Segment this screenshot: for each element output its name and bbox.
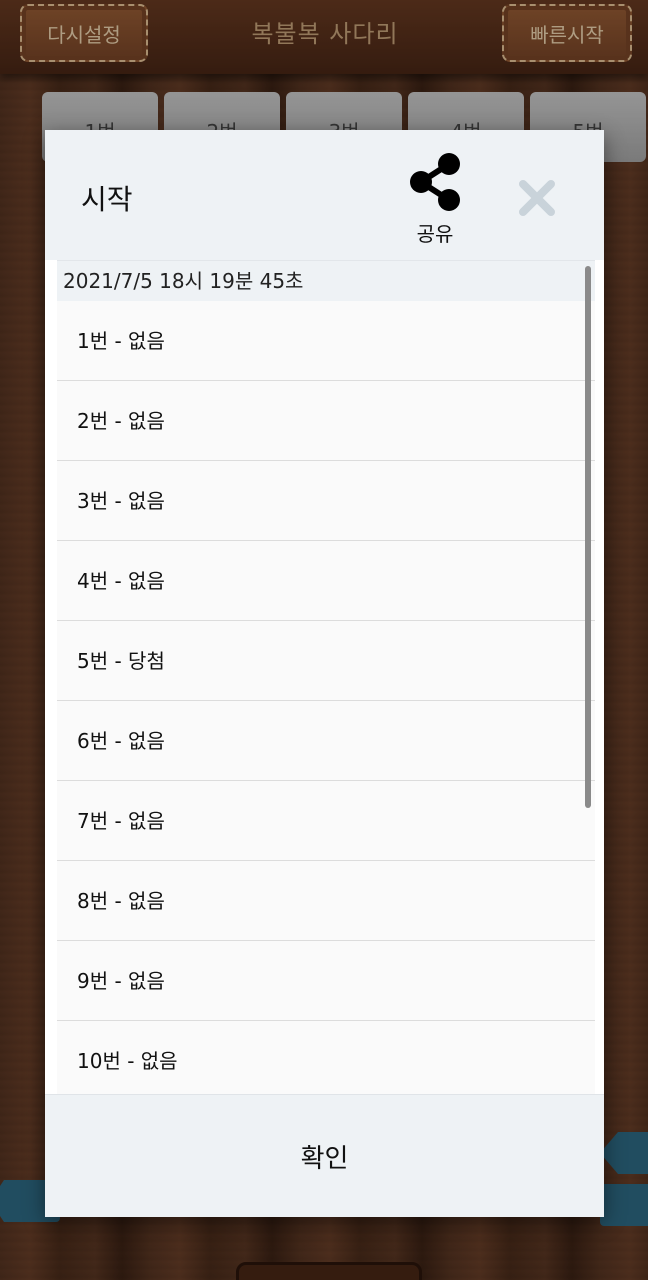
close-button[interactable]	[517, 178, 557, 218]
dialog-header: 시작 공유	[45, 130, 604, 260]
share-button[interactable]: 공유	[405, 152, 465, 246]
result-item-6: 6번 - 없음	[57, 701, 595, 781]
result-item-7: 7번 - 없음	[57, 781, 595, 861]
result-item-4: 4번 - 없음	[57, 541, 595, 621]
close-icon	[519, 180, 555, 216]
list-scrollbar[interactable]	[585, 266, 591, 808]
result-item-3: 3번 - 없음	[57, 461, 595, 541]
results-list[interactable]: 2021/7/5 18시 19분 45초 1번 - 없음 2번 - 없음 3번 …	[57, 260, 595, 1095]
result-item-1: 1번 - 없음	[57, 301, 595, 381]
result-timestamp: 2021/7/5 18시 19분 45초	[57, 260, 595, 301]
share-icon	[410, 153, 460, 211]
dialog-footer: 확인	[45, 1094, 604, 1217]
result-item-8: 8번 - 없음	[57, 861, 595, 941]
result-dialog: 시작 공유 2021/7/5 18시 19분 45초 1번 - 없음 2번 - …	[45, 130, 604, 1217]
share-label: 공유	[416, 222, 454, 246]
result-item-5: 5번 - 당첨	[57, 621, 595, 701]
confirm-button[interactable]: 확인	[45, 1095, 604, 1217]
result-item-9: 9번 - 없음	[57, 941, 595, 1021]
result-item-10: 10번 - 없음	[57, 1021, 595, 1095]
result-item-2: 2번 - 없음	[57, 381, 595, 461]
dialog-title: 시작	[81, 183, 133, 216]
